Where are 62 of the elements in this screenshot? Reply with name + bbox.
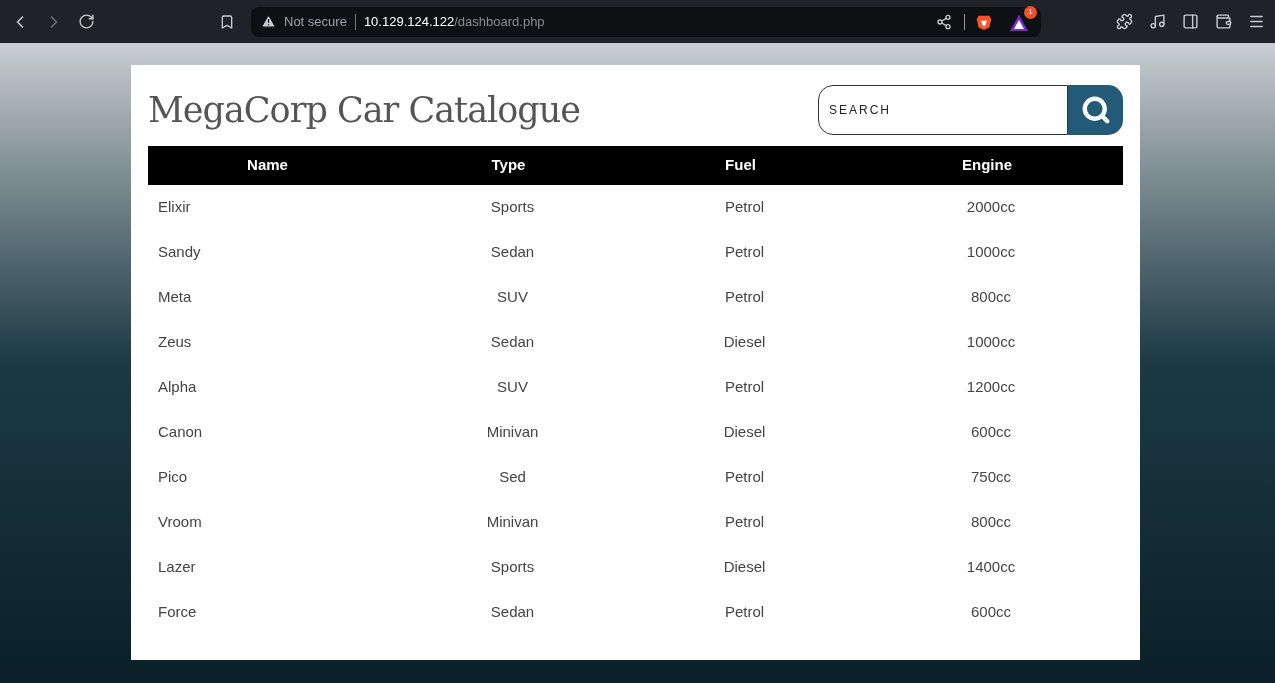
reload-icon[interactable]: [78, 13, 95, 30]
page-title: MegaCorp Car Catalogue: [148, 92, 580, 128]
table-cell-text: Sandy: [158, 242, 201, 263]
table-cell-text: 1000cc: [966, 242, 1016, 263]
bookmark-icon[interactable]: [219, 13, 235, 30]
column-header[interactable]: Fuel: [725, 154, 756, 177]
table-cell-text: 800cc: [971, 287, 1011, 308]
table-cell-text: Petrol: [724, 197, 765, 218]
table-cell-text: Sed: [499, 467, 526, 488]
table-cell-text: 600cc: [971, 602, 1011, 623]
table-cell-text: Diesel: [723, 332, 766, 353]
column-header[interactable]: Name: [247, 154, 288, 177]
extensions-icon[interactable]: [1116, 13, 1133, 30]
table-cell-text: Sedan: [490, 332, 535, 353]
address-bar[interactable]: Not secure 10.129.124.122/dashboard.php 1: [251, 6, 1041, 37]
column-header[interactable]: Type: [491, 154, 526, 177]
table-cell-text: 1000cc: [966, 332, 1016, 353]
table-cell-text: Vroom: [158, 512, 202, 533]
table-cell-text: Force: [158, 602, 197, 623]
search-button[interactable]: [1068, 85, 1123, 135]
table-cell-text: Meta: [158, 287, 192, 308]
table-cell-text: Lazer: [158, 557, 196, 578]
share-icon[interactable]: [936, 13, 952, 30]
table-cell-text: 800cc: [971, 512, 1011, 533]
table-cell-text: Minivan: [486, 422, 539, 443]
table-cell-text: Petrol: [724, 287, 765, 308]
security-label: Not secure: [284, 12, 347, 31]
table-cell-text: Alpha: [158, 377, 197, 398]
table-cell-text: Petrol: [724, 602, 765, 623]
table-cell-text: Diesel: [723, 557, 766, 578]
table-cell-text: Petrol: [724, 512, 765, 533]
table-cell-text: Petrol: [724, 377, 765, 398]
menu-icon[interactable]: [1248, 13, 1265, 30]
table-cell-text: 1400cc: [966, 557, 1016, 578]
table-cell-text: Diesel: [723, 422, 766, 443]
sidebar-icon[interactable]: [1182, 13, 1199, 30]
table-cell-text: 600cc: [971, 422, 1011, 443]
table-cell-text: SUV: [497, 377, 528, 398]
notification-badge: 1: [1024, 5, 1037, 19]
wallet-icon[interactable]: [1215, 13, 1232, 30]
table-cell-text: Petrol: [724, 242, 765, 263]
table-cell-text: Sports: [490, 197, 535, 218]
search-field[interactable]: SEARCH: [818, 85, 1068, 135]
column-header[interactable]: Engine: [962, 154, 1012, 177]
table-cell-text: 1200cc: [966, 377, 1016, 398]
table-cell-text: Elixir: [158, 197, 191, 218]
table-cell-text: 2000cc: [966, 197, 1016, 218]
table-cell-text: Sedan: [490, 602, 535, 623]
table-cell-text: 750cc: [971, 467, 1011, 488]
table-cell-text: Sedan: [490, 242, 535, 263]
table-cell-text: SUV: [497, 287, 528, 308]
warning-icon: [261, 14, 276, 29]
table-cell-text: Petrol: [724, 467, 765, 488]
table-cell-text: Canon: [158, 422, 203, 443]
table-cell-text: Zeus: [158, 332, 192, 353]
table-cell-text: Pico: [158, 467, 188, 488]
table-cell-text: Minivan: [486, 512, 539, 533]
music-icon[interactable]: [1149, 13, 1166, 30]
table-cell-text: Sports: [490, 557, 535, 578]
triangle-icon[interactable]: [1009, 13, 1029, 32]
url-text: 10.129.124.122/dashboard.php: [363, 12, 545, 31]
search-icon: [1080, 95, 1111, 125]
